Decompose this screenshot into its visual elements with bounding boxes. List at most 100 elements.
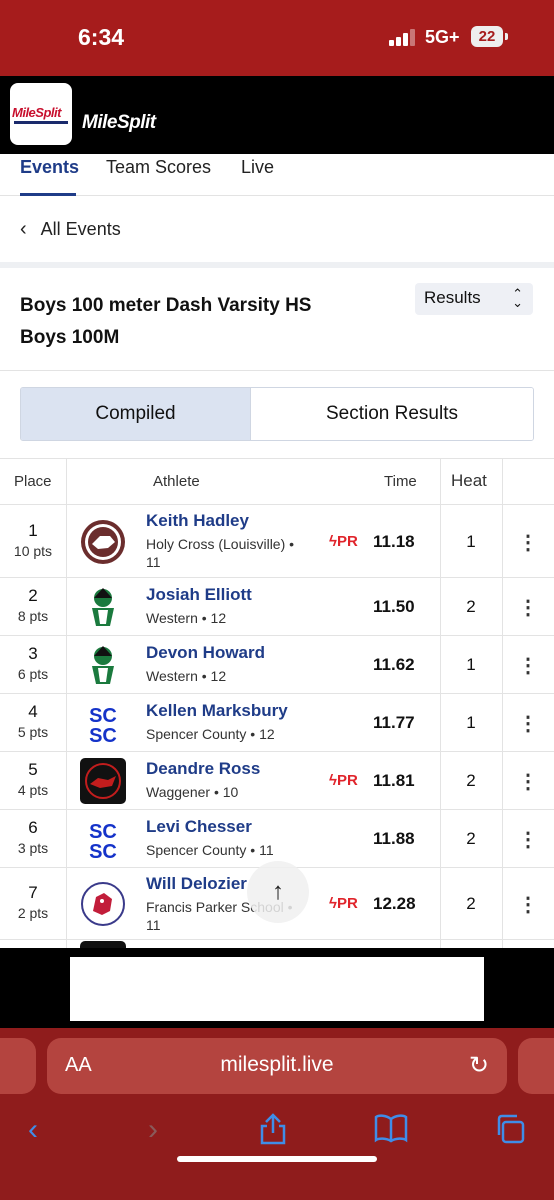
place-number: 7 xyxy=(28,883,38,902)
status-bar: 6:34 5G+ 22 xyxy=(0,0,554,76)
more-options-icon[interactable]: ⋮ xyxy=(502,711,554,736)
result-time: 11.88 xyxy=(373,829,415,848)
result-time: 11.50 xyxy=(373,597,415,616)
team-logo: SC SC xyxy=(80,700,126,746)
place-cell: 4 5 pts xyxy=(0,702,66,740)
tab-live[interactable]: Live xyxy=(241,157,274,178)
column-divider xyxy=(66,459,67,948)
milesplit-logo[interactable]: MileSplit xyxy=(10,83,72,145)
title-divider xyxy=(0,370,554,371)
segment-compiled[interactable]: Compiled xyxy=(21,388,251,440)
more-options-icon[interactable]: ⋮ xyxy=(502,595,554,620)
table-row[interactable]: 5 4 pts Deandre Ross Waggener • 10 ϟPR 11.81 2… xyxy=(0,752,554,810)
athlete-team: Holy Cross (Louisville) • 11 xyxy=(146,536,295,570)
ad-slot[interactable] xyxy=(70,957,484,1021)
heat-number: 2 xyxy=(466,894,476,913)
svg-text:SC: SC xyxy=(89,725,117,746)
column-athlete: Athlete xyxy=(153,473,200,490)
back-link-label: All Events xyxy=(40,219,121,239)
share-icon[interactable] xyxy=(258,1113,288,1153)
place-points: 6 pts xyxy=(17,666,49,682)
view-select-value: Results xyxy=(424,288,481,307)
athlete-name[interactable]: Will Delozier xyxy=(146,874,247,894)
previous-tab-preview[interactable] xyxy=(0,1038,36,1094)
athlete-name[interactable]: Deandre Ross xyxy=(146,759,260,779)
athlete-team: Spencer County • 11 xyxy=(146,842,274,858)
next-tab-preview[interactable] xyxy=(518,1038,554,1094)
athlete-name[interactable]: Devon Howard xyxy=(146,643,265,663)
team-logo xyxy=(80,584,126,630)
team-logo xyxy=(80,758,126,804)
place-points: 4 pts xyxy=(17,782,49,798)
team-logo xyxy=(80,881,126,927)
place-cell: 3 6 pts xyxy=(0,644,66,682)
battery-tip xyxy=(505,33,508,40)
battery-icon: 22 xyxy=(471,26,503,47)
ad-banner xyxy=(0,948,554,1028)
tabs-icon[interactable] xyxy=(494,1113,526,1153)
bookmarks-icon[interactable] xyxy=(373,1113,409,1151)
back-icon[interactable]: ‹ xyxy=(28,1113,38,1147)
table-row[interactable]: 1 10 pts Keith Hadley Holy Cross (Louisvill… xyxy=(0,505,554,578)
athlete-team: Waggener • 10 xyxy=(146,784,239,800)
pr-label: PR xyxy=(336,772,358,789)
more-options-icon[interactable]: ⋮ xyxy=(502,827,554,852)
place-number: 6 xyxy=(28,818,38,837)
bolt-icon: ϟ xyxy=(329,772,337,789)
reader-options-button[interactable]: AA xyxy=(65,1054,92,1077)
all-events-link[interactable]: ‹ All Events xyxy=(20,218,121,241)
heat-number: 2 xyxy=(466,597,476,616)
segment-section-results[interactable]: Section Results xyxy=(251,388,533,440)
column-heat: Heat xyxy=(451,471,487,490)
athlete-name[interactable]: Levi Chesser xyxy=(146,817,252,837)
table-row[interactable]: 6 3 pts SC SC Levi Chesser Spencer County • 1… xyxy=(0,810,554,868)
pr-label: PR xyxy=(336,532,358,550)
reload-icon[interactable]: ↻ xyxy=(469,1051,489,1080)
athlete-team: Western • 12 xyxy=(146,610,227,626)
place-number: 4 xyxy=(28,702,38,721)
result-time: 11.18 xyxy=(373,531,415,551)
svg-text:SC: SC xyxy=(89,705,117,727)
url-text: milesplit.live xyxy=(220,1053,334,1076)
column-place: Place xyxy=(14,473,52,490)
chevron-left-icon: ‹ xyxy=(20,218,27,240)
place-number: 5 xyxy=(28,760,38,779)
bolt-icon: ϟ xyxy=(329,532,337,550)
place-cell: 5 4 pts xyxy=(0,760,66,798)
active-tab-indicator xyxy=(20,193,76,196)
athlete-team: Western • 12 xyxy=(146,668,227,684)
tab-events[interactable]: Events xyxy=(20,157,79,178)
pr-label: PR xyxy=(336,895,358,912)
more-options-icon[interactable]: ⋮ xyxy=(502,530,554,555)
brand-name: MileSplit xyxy=(82,112,156,133)
address-bar[interactable]: milesplit.live AA ↻ xyxy=(47,1038,507,1094)
scroll-to-top-button[interactable]: ↑ xyxy=(247,861,309,923)
network-type: 5G+ xyxy=(425,27,460,47)
place-points: 5 pts xyxy=(17,724,49,740)
logo-stripe xyxy=(14,121,68,124)
more-options-icon[interactable]: ⋮ xyxy=(502,653,554,678)
athlete-name[interactable]: Kellen Marksbury xyxy=(146,701,288,721)
view-select[interactable]: Results ⌃ ⌄ xyxy=(415,283,533,315)
table-row[interactable]: 4 5 pts SC SC Kellen Marksbury Spencer County… xyxy=(0,694,554,752)
athlete-team: Spencer County • 12 xyxy=(146,726,275,742)
forward-icon[interactable]: › xyxy=(148,1113,158,1147)
tab-team-scores[interactable]: Team Scores xyxy=(106,157,211,178)
place-points: 3 pts xyxy=(17,840,49,856)
table-row[interactable]: 3 6 pts Devon Howard Western • 12 11.62 1 ⋮ xyxy=(0,636,554,694)
logo-text: MileSplit xyxy=(12,105,61,120)
place-cell: 2 8 pts xyxy=(0,586,66,624)
more-options-icon[interactable]: ⋮ xyxy=(502,892,554,917)
heat-number: 1 xyxy=(466,655,476,674)
table-row[interactable] xyxy=(80,941,126,948)
arrow-up-icon: ↑ xyxy=(272,878,284,905)
more-options-icon[interactable]: ⋮ xyxy=(502,769,554,794)
column-divider xyxy=(440,459,441,948)
athlete-name[interactable]: Keith Hadley xyxy=(146,511,249,531)
place-cell: 7 2 pts xyxy=(0,883,66,921)
place-number: 2 xyxy=(28,586,38,605)
column-time: Time xyxy=(384,473,417,490)
athlete-name[interactable]: Josiah Elliott xyxy=(146,585,252,605)
table-row[interactable]: 2 8 pts Josiah Elliott Western • 12 11.50 2 ⋮ xyxy=(0,578,554,636)
pr-badge: ϟPR xyxy=(329,533,358,550)
